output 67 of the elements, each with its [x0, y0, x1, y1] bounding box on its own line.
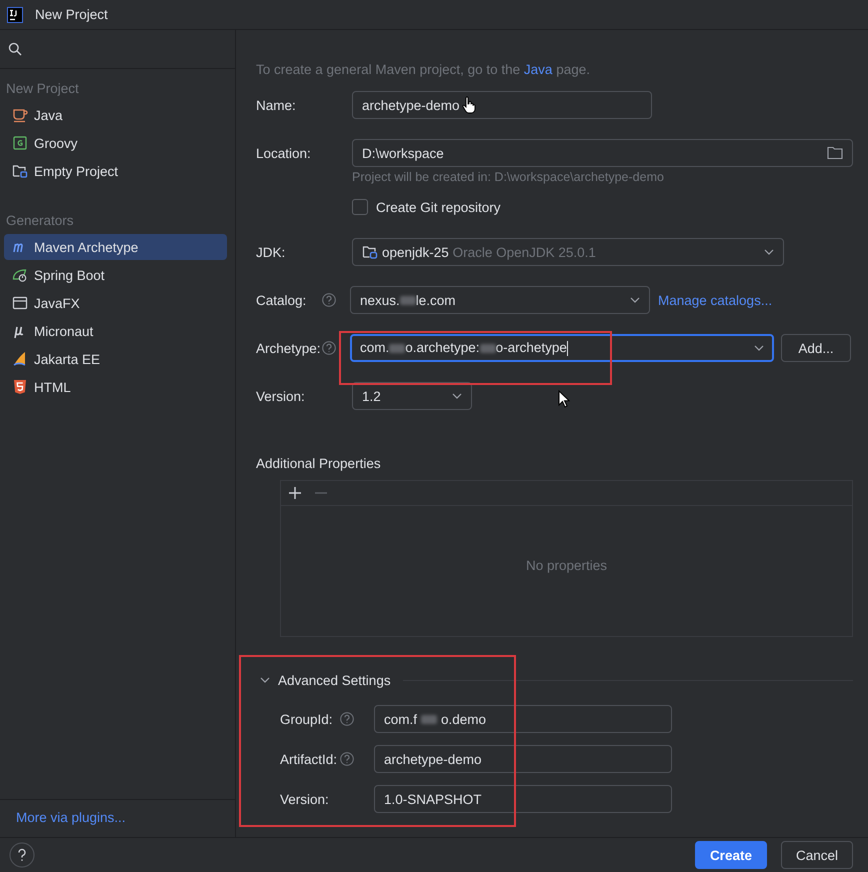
sidebar-item[interactable]: Java [4, 102, 227, 128]
html5-icon [12, 379, 28, 395]
mouse-pointer-icon [558, 390, 570, 408]
hand-pointer-icon [462, 96, 476, 114]
section-title: Additional Properties [256, 456, 382, 472]
cup-icon [12, 107, 28, 123]
section-title[interactable]: Advanced Settings [278, 672, 391, 688]
field-label: Version: [256, 388, 306, 404]
chevron-down-icon [764, 249, 774, 255]
git-checkbox[interactable] [352, 199, 368, 215]
sidebar-item[interactable]: Maven Archetype [4, 234, 227, 260]
jdk-dropdown[interactable]: openjdk-25 Oracle OpenJDK 25.0.1 [352, 238, 784, 266]
sidebar-item[interactable]: Empty Project [4, 158, 227, 184]
location-field[interactable]: D:\workspace [352, 139, 853, 167]
archetype-combobox[interactable]: com. o.archetype: o-archetype [350, 334, 774, 362]
checkbox-label: Create Git repository [376, 200, 501, 214]
field-label: ArtifactId: [280, 752, 338, 766]
field-label: Archetype: [256, 340, 322, 356]
version-dropdown[interactable]: 1.2 [352, 382, 472, 410]
blurred-text [400, 296, 416, 306]
blurred-text [480, 344, 496, 353]
groovy-icon [12, 135, 28, 151]
text-field[interactable]: com.f o.demo [374, 705, 672, 733]
chevron-down-icon[interactable] [260, 677, 270, 683]
sidebar-item[interactable]: HTML [4, 374, 227, 400]
text-field[interactable]: 1.0-SNAPSHOT [374, 785, 672, 813]
add-button[interactable]: Add... [781, 334, 851, 362]
sidebar-item[interactable]: Jakarta EE [4, 346, 227, 372]
field-label: Location: [256, 146, 312, 160]
app-logo-icon [7, 6, 23, 22]
empty-text: No properties [526, 558, 608, 572]
search-icon[interactable] [8, 42, 22, 56]
chevron-down-icon [754, 345, 764, 351]
sail-icon [12, 351, 28, 367]
field-label: Version: [280, 792, 330, 806]
sidebar-item[interactable]: Micronaut [4, 318, 227, 344]
name-field[interactable]: archetype-demo [352, 91, 652, 119]
sidebar-item[interactable]: Groovy [4, 130, 227, 156]
folder-icon[interactable] [827, 146, 843, 160]
location-hint: Project will be created in: D:\workspace\archetype-demo [352, 170, 665, 184]
jdk-folder-icon [362, 244, 378, 260]
blurred-text [389, 344, 406, 353]
sidebar-item[interactable]: JavaFX [4, 290, 227, 316]
sidebar-item[interactable]: Spring Boot [4, 262, 227, 288]
intro-text: To create a general Maven project, go to the Java page. [256, 62, 591, 77]
chevron-down-icon [452, 393, 462, 399]
java-link[interactable]: Java [524, 62, 552, 77]
cancel-button[interactable]: Cancel [780, 841, 853, 869]
manage-catalogs-link[interactable]: Manage catalogs... [658, 292, 772, 308]
field-label: GroupId: [280, 712, 334, 726]
folder-icon [12, 163, 28, 179]
window-title: New Project [35, 7, 108, 22]
field-label: JDK: [256, 244, 286, 260]
add-icon[interactable] [289, 487, 301, 499]
text-field[interactable]: archetype-demo [374, 745, 672, 773]
field-label: Catalog: [256, 292, 308, 308]
help-icon[interactable] [9, 842, 35, 868]
leaf-icon [12, 267, 28, 283]
catalog-dropdown[interactable]: nexus. le.com [350, 286, 650, 314]
window-icon [12, 295, 28, 311]
create-button[interactable]: Create [694, 841, 767, 869]
blurred-text [421, 714, 438, 724]
plugins-link[interactable]: More via plugins... [16, 810, 126, 825]
section-heading: Generators [5, 212, 75, 229]
section-heading: New Project [5, 80, 80, 97]
chevron-down-icon [630, 297, 640, 303]
field-label: Name: [256, 98, 297, 112]
